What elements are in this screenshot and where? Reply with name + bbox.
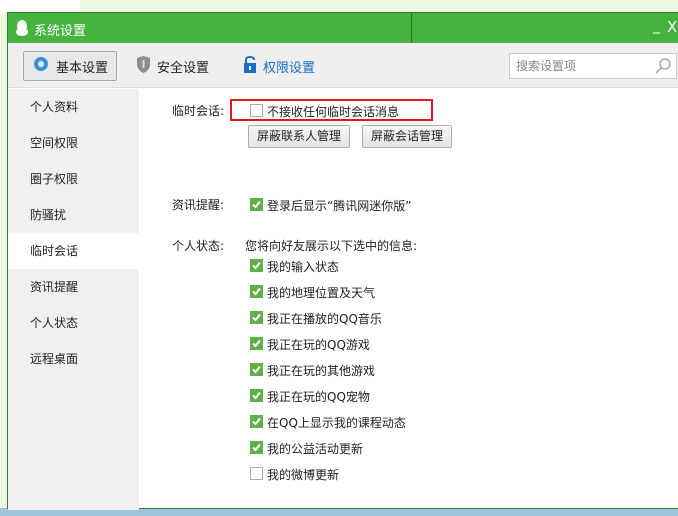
status-option-label[interactable]: 我的微博更新: [267, 466, 339, 483]
sidebar-item-space-permission[interactable]: 空间权限: [8, 125, 139, 161]
status-option-checkbox[interactable]: [250, 441, 263, 454]
sidebar-item-anti-harassment[interactable]: 防骚扰: [8, 197, 139, 233]
search-placeholder: 搜索设置项: [516, 59, 577, 73]
lock-icon: [243, 55, 257, 77]
sidebar: 个人资料 空间权限 圈子权限 防骚扰 临时会话 资讯提醒 个人状态 远程桌面: [8, 89, 139, 510]
minimize-button[interactable]: _: [653, 18, 660, 34]
news-checkbox[interactable]: [250, 198, 263, 211]
status-option-label[interactable]: 我正在玩的其他游戏: [267, 362, 375, 379]
status-option-label[interactable]: 我正在播放的QQ音乐: [267, 310, 382, 327]
status-label: 个人状态:: [172, 239, 225, 253]
status-option-checkbox[interactable]: [250, 389, 263, 402]
temp-chat-label: 临时会话:: [172, 104, 225, 118]
news-label: 资讯提醒:: [172, 198, 225, 212]
tab-label: 基本设置: [56, 60, 109, 76]
close-button[interactable]: X: [667, 18, 677, 36]
shield-icon: [136, 55, 151, 77]
desktop-background: [0, 0, 80, 12]
reject-temp-chat-checkbox[interactable]: [250, 104, 263, 117]
sidebar-item-personal-status[interactable]: 个人状态: [8, 305, 139, 341]
window-title: 系统设置: [34, 24, 87, 39]
gear-icon: [32, 55, 50, 77]
title-bar[interactable]: 系统设置 _ X: [8, 13, 678, 43]
search-input[interactable]: 搜索设置项: [509, 53, 677, 79]
status-option-label[interactable]: 我正在玩的QQ游戏: [267, 336, 370, 353]
blocked-contacts-button[interactable]: 屏蔽联系人管理: [248, 125, 351, 148]
sidebar-item-temp-chat[interactable]: 临时会话: [8, 233, 139, 269]
status-option-checkbox[interactable]: [250, 415, 263, 428]
blocked-sessions-button[interactable]: 屏蔽会话管理: [362, 125, 453, 148]
news-option-label[interactable]: 登录后显示“腾讯网迷你版”: [267, 197, 411, 214]
toolbar: 基本设置 安全设置 权限设置 搜索设置项: [8, 43, 678, 88]
tab-security-settings[interactable]: 安全设置: [136, 51, 209, 81]
status-option-label[interactable]: 在QQ上显示我的课程动态: [267, 414, 406, 431]
status-option-checkbox[interactable]: [250, 285, 263, 298]
status-option-checkbox[interactable]: [250, 337, 263, 350]
status-option-checkbox[interactable]: [250, 363, 263, 376]
status-option-checkbox[interactable]: [250, 259, 263, 272]
status-option-checkbox[interactable]: [250, 467, 263, 480]
status-option-checkbox[interactable]: [250, 311, 263, 324]
settings-window: 系统设置 _ X 基本设置 安全设置 权限设置 搜索设置项 个人资料 空间权限 …: [7, 12, 678, 510]
sidebar-item-circle-permission[interactable]: 圈子权限: [8, 161, 139, 197]
tab-permission-settings[interactable]: 权限设置: [243, 51, 315, 81]
sidebar-item-news-reminder[interactable]: 资讯提醒: [8, 269, 139, 305]
reject-temp-chat-label[interactable]: 不接收任何临时会话消息: [267, 103, 399, 120]
status-option-label[interactable]: 我的地理位置及天气: [267, 284, 375, 301]
status-option-label[interactable]: 我的公益活动更新: [267, 440, 363, 457]
title-divider: [411, 13, 412, 43]
status-option-label[interactable]: 我正在玩的QQ宠物: [267, 388, 370, 405]
status-option-label[interactable]: 我的输入状态: [267, 258, 339, 275]
sidebar-item-profile[interactable]: 个人资料: [8, 89, 139, 125]
tab-basic-settings[interactable]: 基本设置: [23, 51, 118, 81]
sidebar-item-remote-desktop[interactable]: 远程桌面: [8, 341, 139, 377]
tab-label: 安全设置: [157, 60, 210, 76]
search-icon[interactable]: [654, 57, 672, 78]
qq-penguin-icon: [15, 20, 29, 39]
status-description: 您将向好友展示以下选中的信息:: [245, 239, 418, 253]
tab-label: 权限设置: [263, 60, 316, 76]
